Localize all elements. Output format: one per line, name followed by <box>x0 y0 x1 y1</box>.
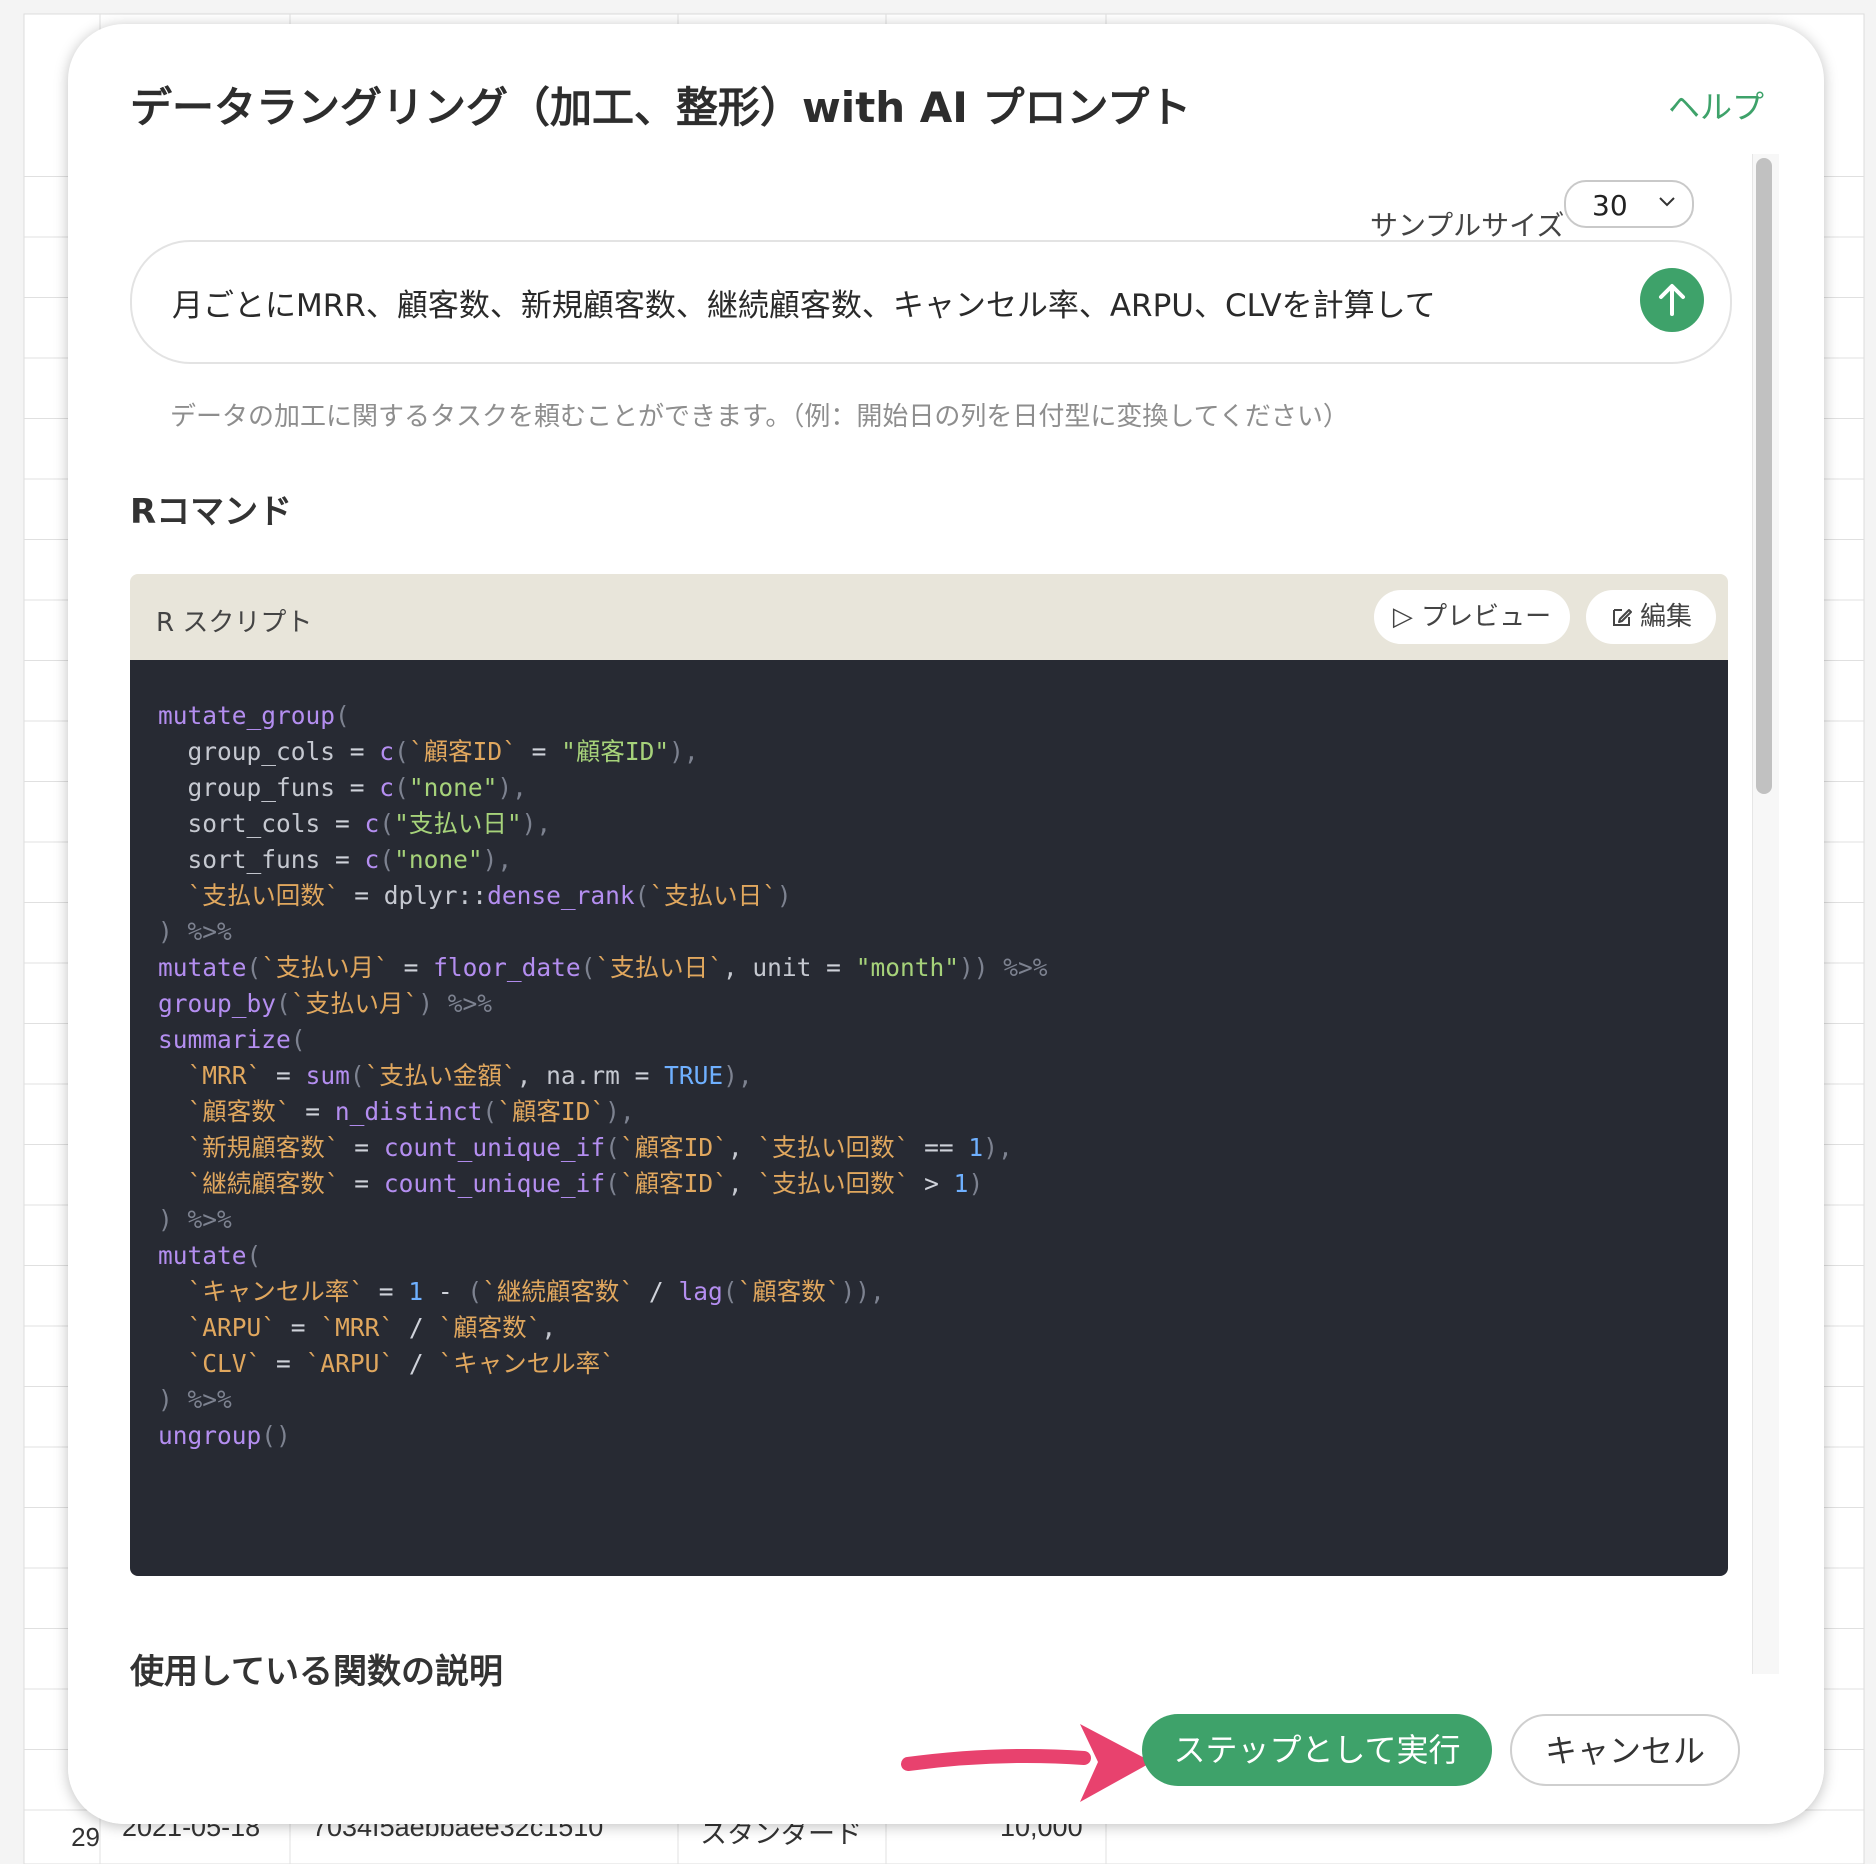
help-link[interactable]: ヘルプ <box>1668 82 1764 128</box>
r-script-header: R スクリプト ▷ プレビュー 編集 <box>130 574 1728 660</box>
edit-button[interactable]: 編集 <box>1586 590 1716 644</box>
dialog-title: データラングリング（加工、整形）with AI プロンプト <box>130 83 1192 132</box>
edit-button-label: 編集 <box>1639 602 1692 632</box>
r-script-title: R スクリプト <box>156 608 313 638</box>
r-code: mutate_group( group_cols = c(`顧客ID` = "顧… <box>158 701 1048 1450</box>
run-as-step-button[interactable]: ステップとして実行 <box>1142 1714 1492 1786</box>
arrow-up-icon <box>1659 284 1685 316</box>
functions-heading: 使用している関数の説明 <box>130 1652 503 1692</box>
send-prompt-button[interactable] <box>1640 268 1704 332</box>
r-code-editor[interactable]: mutate_group( group_cols = c(`顧客ID` = "顧… <box>130 660 1728 1576</box>
sample-size-label: サンプルサイズ <box>1370 209 1565 242</box>
r-script-panel: R スクリプト ▷ プレビュー 編集 mutate_group( group_c… <box>130 574 1728 1576</box>
r-command-heading: Rコマンド <box>130 492 293 532</box>
chevron-down-icon <box>1656 190 1678 218</box>
row-number: 29 <box>71 1822 100 1852</box>
cancel-button[interactable]: キャンセル <box>1510 1714 1740 1786</box>
prompt-hint: データの加工に関するタスクを頼むことができます。（例：開始日の列を日付型に変換し… <box>170 402 1349 432</box>
preview-button[interactable]: ▷ プレビュー <box>1374 590 1570 644</box>
sample-size-value: 30 <box>1592 189 1628 222</box>
scrollbar-thumb[interactable] <box>1756 158 1772 794</box>
wrangling-dialog: データラングリング（加工、整形）with AI プロンプト ヘルプ サンプルサイ… <box>68 24 1824 1824</box>
sample-size-select[interactable]: 30 <box>1564 180 1694 228</box>
prompt-input[interactable]: 月ごとにMRR、顧客数、新規顧客数、継続顧客数、キャンセル率、ARPU、CLVを… <box>130 240 1732 364</box>
edit-icon <box>1612 609 1632 626</box>
prompt-input-text: 月ごとにMRR、顧客数、新規顧客数、継続顧客数、キャンセル率、ARPU、CLVを… <box>172 288 1436 324</box>
